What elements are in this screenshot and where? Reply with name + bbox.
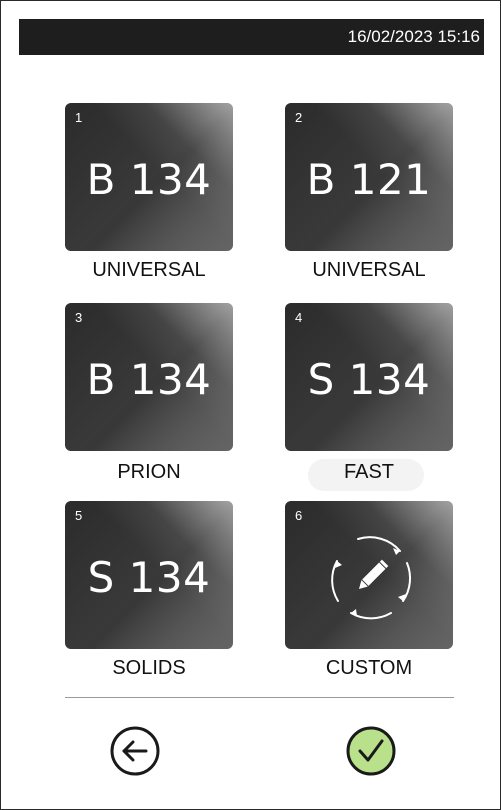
divider bbox=[65, 697, 454, 698]
program-number: 5 bbox=[75, 508, 83, 523]
program-code: S 134 bbox=[87, 553, 211, 602]
program-tile-4[interactable]: 4 S 134 bbox=[285, 303, 453, 451]
back-arrow-icon bbox=[110, 726, 160, 776]
screen-frame: 16/02/2023 15:16 1 B 134 UNIVERSAL 2 B 1… bbox=[0, 0, 501, 810]
program-number: 4 bbox=[295, 310, 303, 325]
program-label-1: UNIVERSAL bbox=[92, 259, 206, 281]
program-code: B 134 bbox=[86, 355, 212, 404]
program-tile-1[interactable]: 1 B 134 bbox=[65, 103, 233, 251]
program-tile-3[interactable]: 3 B 134 bbox=[65, 303, 233, 451]
program-label-3: PRION bbox=[117, 461, 181, 483]
program-number: 3 bbox=[75, 310, 83, 325]
check-icon bbox=[346, 726, 396, 776]
program-tile-6[interactable]: 6 bbox=[285, 501, 453, 649]
program-number: 1 bbox=[75, 110, 83, 125]
status-datetime: 16/02/2023 15:16 bbox=[347, 27, 480, 46]
program-code: B 134 bbox=[86, 155, 212, 204]
program-label-4: FAST bbox=[343, 461, 394, 483]
program-label-2: UNIVERSAL bbox=[312, 259, 426, 281]
confirm-button[interactable] bbox=[345, 725, 397, 777]
status-bar: 16/02/2023 15:16 bbox=[19, 19, 484, 55]
program-code: B 121 bbox=[306, 155, 432, 204]
program-tile-2[interactable]: 2 B 121 bbox=[285, 103, 453, 251]
back-button[interactable] bbox=[109, 725, 161, 777]
program-label-6: CUSTOM bbox=[325, 657, 413, 679]
program-code: S 134 bbox=[307, 355, 431, 404]
custom-edit-icon bbox=[331, 536, 412, 620]
program-label-5: SOLIDS bbox=[112, 657, 186, 679]
program-number: 2 bbox=[295, 110, 303, 125]
program-tile-5[interactable]: 5 S 134 bbox=[65, 501, 233, 649]
